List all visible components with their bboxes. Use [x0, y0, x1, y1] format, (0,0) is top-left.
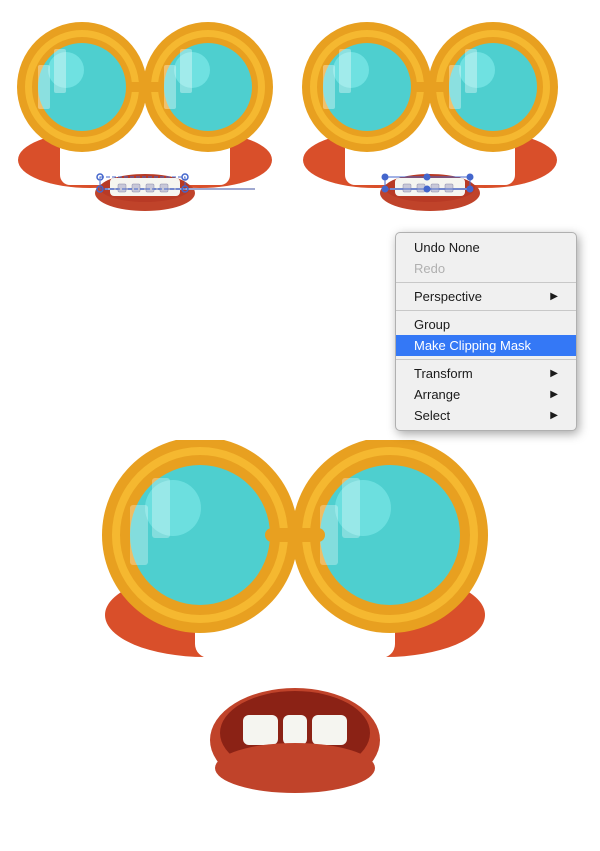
menu-item-transform[interactable]: Transform ▶: [396, 363, 576, 384]
menu-separator-1: [396, 282, 576, 283]
menu-item-select-label: Select: [414, 408, 450, 423]
menu-item-perspective[interactable]: Perspective ▶: [396, 286, 576, 307]
menu-separator-3: [396, 359, 576, 360]
transform-arrow-icon: ▶: [550, 368, 558, 379]
menu-item-group-label: Group: [414, 317, 450, 332]
menu-item-select[interactable]: Select ▶: [396, 405, 576, 426]
menu-item-undo[interactable]: Undo None: [396, 237, 576, 258]
canvas: Undo None Redo Perspective ▶ Group Make …: [0, 0, 600, 851]
select-arrow-icon: ▶: [550, 410, 558, 421]
menu-item-clipping-mask-label: Make Clipping Mask: [414, 338, 531, 353]
menu-item-clipping-mask[interactable]: Make Clipping Mask: [396, 335, 576, 356]
face-top-right: [295, 15, 565, 245]
menu-item-arrange-label: Arrange: [414, 387, 460, 402]
context-menu: Undo None Redo Perspective ▶ Group Make …: [395, 232, 577, 431]
perspective-arrow-icon: ▶: [550, 291, 558, 302]
menu-item-undo-label: Undo None: [414, 240, 480, 255]
menu-item-perspective-label: Perspective: [414, 289, 482, 304]
arrange-arrow-icon: ▶: [550, 389, 558, 400]
menu-separator-2: [396, 310, 576, 311]
face-top-left: [10, 15, 280, 245]
menu-item-redo: Redo: [396, 258, 576, 279]
menu-item-redo-label: Redo: [414, 261, 445, 276]
face-bottom-center: [95, 440, 495, 820]
menu-item-transform-label: Transform: [414, 366, 473, 381]
menu-item-arrange[interactable]: Arrange ▶: [396, 384, 576, 405]
menu-item-group[interactable]: Group: [396, 314, 576, 335]
